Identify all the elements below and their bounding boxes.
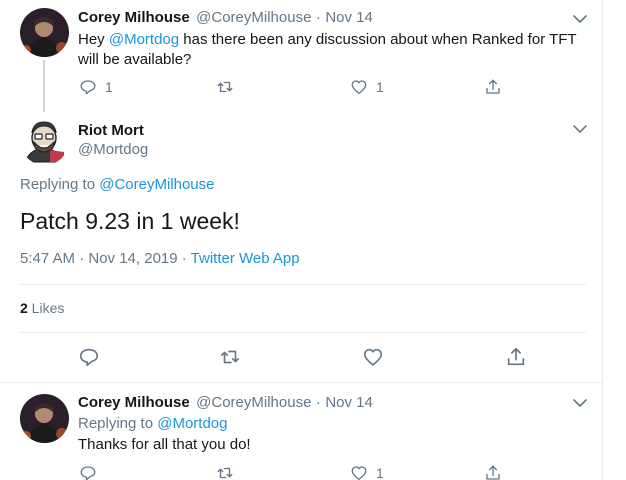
author-handle[interactable]: @Mortdog xyxy=(78,141,148,158)
replying-prefix: Replying to xyxy=(78,415,158,432)
like-icon xyxy=(351,80,367,95)
share-button[interactable] xyxy=(505,346,527,368)
like-button[interactable]: 1 xyxy=(350,78,384,96)
tweet-text: Hey @Mortdog has there been any discussi… xyxy=(78,30,588,70)
like-button[interactable]: 1 xyxy=(350,464,384,480)
likes-row[interactable]: 2 Likes xyxy=(20,300,64,316)
retweet-icon xyxy=(217,81,233,93)
like-count: 1 xyxy=(376,465,384,480)
like-count: 1 xyxy=(376,79,384,95)
author-handle[interactable]: @CoreyMilhouse xyxy=(196,394,311,411)
chevron-down-icon[interactable] xyxy=(572,124,588,134)
tweet-date[interactable]: Nov 14 xyxy=(325,9,373,26)
retweet-button[interactable] xyxy=(216,78,234,96)
avatar[interactable] xyxy=(20,8,69,57)
reply-button[interactable] xyxy=(78,346,100,368)
section-divider xyxy=(0,382,602,383)
main-tweet-text: Patch 9.23 in 1 week! xyxy=(20,208,240,234)
likes-count: 2 xyxy=(20,300,28,316)
tweet-date[interactable]: Nov 14 xyxy=(325,394,373,411)
avatar[interactable] xyxy=(20,116,69,165)
replying-to-link[interactable]: @CoreyMilhouse xyxy=(99,176,214,193)
reply-button[interactable] xyxy=(79,464,97,480)
reply-icon xyxy=(80,80,96,95)
share-icon xyxy=(486,79,500,94)
chevron-down-icon[interactable] xyxy=(572,14,588,24)
author-name[interactable]: Corey Milhouse xyxy=(78,9,190,26)
reply-count: 1 xyxy=(105,79,113,95)
reply-icon xyxy=(79,348,99,367)
replying-to: Replying to @CoreyMilhouse xyxy=(20,176,215,193)
divider xyxy=(20,284,586,285)
share-button[interactable] xyxy=(484,464,502,480)
source-link[interactable]: Twitter Web App xyxy=(191,250,300,267)
like-icon xyxy=(363,348,383,366)
timestamp-row: 5:47 AM · Nov 14, 2019 · Twitter Web App xyxy=(20,250,300,267)
share-button[interactable] xyxy=(484,78,502,96)
replying-to: Replying to @Mortdog xyxy=(78,415,227,432)
author-name[interactable]: Riot Mort xyxy=(78,122,144,139)
separator-dot: · xyxy=(315,394,321,411)
separator-dot: · xyxy=(315,9,321,26)
share-icon xyxy=(507,347,525,366)
mention-link[interactable]: @Mortdog xyxy=(109,31,179,48)
column-right-border xyxy=(602,0,603,480)
timestamp[interactable]: 5:47 AM · Nov 14, 2019 · xyxy=(20,250,191,267)
retweet-icon xyxy=(220,350,240,364)
replying-to-link[interactable]: @Mortdog xyxy=(157,415,227,432)
like-icon xyxy=(351,466,367,480)
author-name[interactable]: Corey Milhouse xyxy=(78,394,190,411)
retweet-button[interactable] xyxy=(216,464,234,480)
replying-prefix: Replying to xyxy=(20,176,100,193)
tweet-text-line2: will be available? xyxy=(78,51,192,68)
thread-line xyxy=(43,60,45,112)
likes-label: Likes xyxy=(27,300,65,316)
chevron-down-icon[interactable] xyxy=(572,398,588,408)
retweet-button[interactable] xyxy=(219,346,241,368)
tweet-text-start: Hey xyxy=(78,31,109,48)
tweet-text: Thanks for all that you do! xyxy=(78,436,251,453)
avatar[interactable] xyxy=(20,394,69,443)
divider xyxy=(20,332,586,333)
retweet-icon xyxy=(217,467,233,479)
reply-icon xyxy=(80,466,96,480)
reply-button[interactable]: 1 xyxy=(79,78,113,96)
tweet-text-rest: has there been any discussion about when… xyxy=(179,31,577,48)
share-icon xyxy=(486,465,500,480)
like-button[interactable] xyxy=(362,346,384,368)
author-handle[interactable]: @CoreyMilhouse xyxy=(196,9,311,26)
